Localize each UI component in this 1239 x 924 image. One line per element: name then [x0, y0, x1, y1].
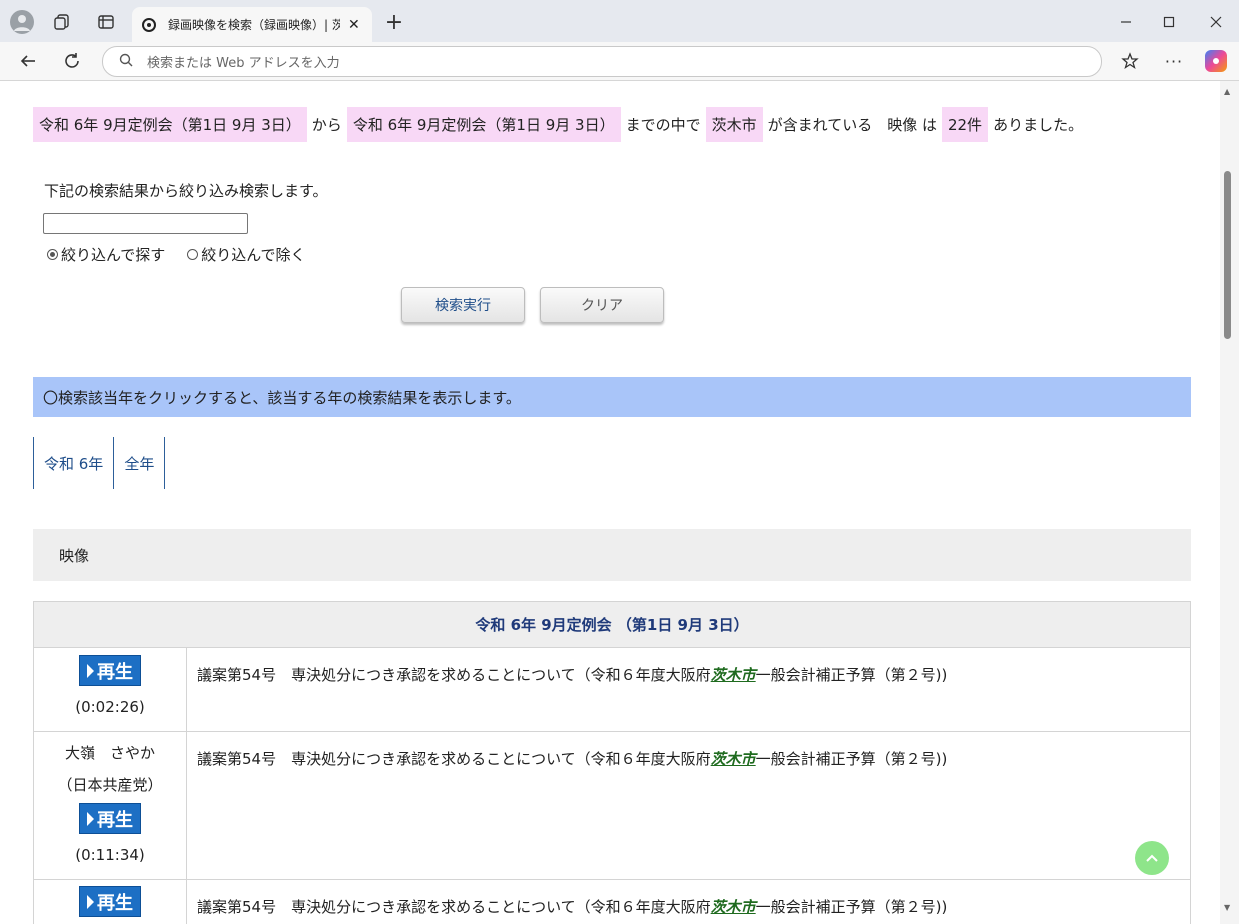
to-meeting: 令和 6年 9月定例会（第1日 9月 3日）: [346, 107, 621, 142]
radio-exclude[interactable]: [187, 249, 199, 260]
new-tab-icon[interactable]: +: [382, 10, 406, 35]
row-text-after: 一般会計補正予算（第２号)): [755, 898, 948, 916]
keyword-highlight: 茨木市: [705, 107, 763, 142]
url-placeholder: 検索または Web アドレスを入力: [147, 56, 340, 71]
page-content: 令和 6年 9月定例会（第1日 9月 3日） から 令和 6年 9月定例会（第1…: [0, 81, 1220, 924]
duration: (0:11:34): [75, 846, 145, 864]
row-text-cell: 議案第54号 専決処分につき承認を求めることについて（令和６年度大阪府茨木市一般…: [186, 647, 1191, 732]
tab-strip: 録画映像を検索（録画映像）| 茨 ✕ +: [0, 0, 1239, 42]
maximize-icon[interactable]: [1159, 12, 1179, 32]
row-keyword: 茨木市: [710, 750, 756, 768]
site-favicon-icon: [142, 17, 156, 32]
play-icon: [87, 894, 94, 909]
play-button[interactable]: 再生: [79, 803, 141, 834]
collections-icon[interactable]: [52, 12, 72, 32]
row-keyword: 茨木市: [710, 898, 756, 916]
row-text-before: 議案第54号 専決処分につき承認を求めることについて（令和６年度大阪府: [197, 750, 711, 768]
tab-actions-icon[interactable]: [96, 12, 116, 32]
info-text: 〇検索該当年をクリックすると、該当する年の検索結果を表示します。: [43, 388, 521, 407]
refine-options: 絞り込んで探す 絞り込んで除く: [47, 244, 306, 265]
year-tab-all[interactable]: 全年: [113, 437, 166, 489]
row-text-after: 一般会計補正予算（第２号)): [755, 750, 948, 768]
meeting-header-row: 令和 6年 9月定例会 （第1日 9月 3日）: [33, 601, 1191, 648]
search-icon: [119, 53, 133, 71]
refresh-icon[interactable]: [62, 51, 82, 71]
radio-include[interactable]: [47, 249, 58, 260]
row-text-after: 一般会計補正予算（第２号)): [755, 666, 948, 684]
table-row: 再生 (0:02:26) 議案第54号 専決処分につき承認を求めることについて（…: [33, 647, 1191, 732]
from-meeting: 令和 6年 9月定例会（第1日 9月 3日）: [33, 107, 307, 142]
play-button[interactable]: 再生: [79, 886, 141, 917]
favorites-icon[interactable]: [1120, 51, 1140, 71]
row-text-cell: 議案第54号 専決処分につき承認を求めることについて（令和６年度大阪府茨木市一般…: [186, 879, 1191, 924]
refine-input[interactable]: [43, 213, 248, 234]
clear-button[interactable]: クリア: [540, 287, 664, 323]
address-bar: 検索または Web アドレスを入力 ···: [0, 42, 1239, 81]
chevron-up-icon: [1146, 854, 1158, 862]
profile-icon[interactable]: [10, 10, 34, 34]
play-label: 再生: [97, 661, 133, 683]
copilot-icon[interactable]: [1205, 50, 1227, 72]
back-to-top-button[interactable]: [1135, 841, 1169, 875]
url-input[interactable]: 検索または Web アドレスを入力: [102, 46, 1102, 77]
info-bar: 〇検索該当年をクリックすると、該当する年の検索結果を表示します。: [33, 377, 1191, 417]
row-text-cell: 議案第54号 専決処分につき承認を求めることについて（令和６年度大阪府茨木市一般…: [186, 731, 1191, 880]
duration: (0:02:26): [75, 698, 145, 716]
minimize-icon[interactable]: [1116, 12, 1136, 32]
results-table: 令和 6年 9月定例会 （第1日 9月 3日） 再生 (0:02:26) 議案第…: [33, 601, 1191, 924]
tab-title: 録画映像を検索（録画映像）| 茨: [168, 18, 340, 32]
back-icon[interactable]: [18, 51, 38, 71]
madeno-text: までの中で: [625, 116, 701, 134]
radio-include-label[interactable]: 絞り込んで探す: [61, 244, 165, 265]
row-keyword: 茨木市: [710, 666, 756, 684]
refine-label: 下記の検索結果から絞り込み検索します。: [44, 182, 328, 200]
row-left-cell: 再生: [33, 879, 187, 924]
year-tab-r6[interactable]: 令和 6年: [33, 437, 113, 489]
page-scrollbar[interactable]: ▲ ▼: [1220, 81, 1239, 924]
meeting-header: 令和 6年 9月定例会 （第1日 9月 3日）: [33, 601, 1191, 648]
radio-exclude-label[interactable]: 絞り込んで除く: [201, 244, 305, 265]
video-section-title: 映像: [59, 546, 90, 565]
result-count: 22件: [941, 107, 989, 142]
speaker-name[interactable]: 大嶺 さやか: [35, 737, 185, 769]
play-label: 再生: [97, 809, 133, 831]
search-summary: 令和 6年 9月定例会（第1日 9月 3日） から 令和 6年 9月定例会（第1…: [33, 107, 1088, 142]
active-tab[interactable]: 録画映像を検索（録画映像）| 茨 ✕: [132, 7, 372, 42]
play-icon: [87, 811, 94, 826]
play-label: 再生: [97, 892, 133, 914]
arimashita-text: ありました。: [993, 116, 1084, 134]
table-row: 大嶺 さやか （日本共産党） 再生 (0:11:34) 議案第54号 専決処分に…: [33, 731, 1191, 880]
kara-text: から: [311, 116, 342, 134]
scroll-down-icon[interactable]: ▼: [1224, 903, 1230, 912]
contains-text: が含まれている 映像 は: [767, 116, 937, 134]
tab-close-icon[interactable]: ✕: [348, 17, 360, 33]
play-button[interactable]: 再生: [79, 655, 141, 686]
scroll-thumb[interactable]: [1224, 171, 1231, 339]
scroll-up-icon[interactable]: ▲: [1224, 87, 1230, 96]
search-button[interactable]: 検索実行: [401, 287, 525, 323]
row-left-cell: 再生 (0:02:26): [33, 647, 187, 732]
more-menu-icon[interactable]: ···: [1164, 51, 1184, 71]
table-row: 再生 議案第54号 専決処分につき承認を求めることについて（令和６年度大阪府茨木…: [33, 879, 1191, 924]
row-text-before: 議案第54号 専決処分につき承認を求めることについて（令和６年度大阪府: [197, 666, 711, 684]
row-left-cell: 大嶺 さやか （日本共産党） 再生 (0:11:34): [33, 731, 187, 880]
video-section-header: 映像: [33, 529, 1191, 581]
row-text-before: 議案第54号 専決処分につき承認を求めることについて（令和６年度大阪府: [197, 898, 711, 916]
play-icon: [87, 663, 94, 678]
year-tabs: 令和 6年 全年: [33, 437, 166, 489]
window-close-icon[interactable]: [1206, 12, 1226, 32]
speaker-party: （日本共産党）: [57, 776, 163, 794]
